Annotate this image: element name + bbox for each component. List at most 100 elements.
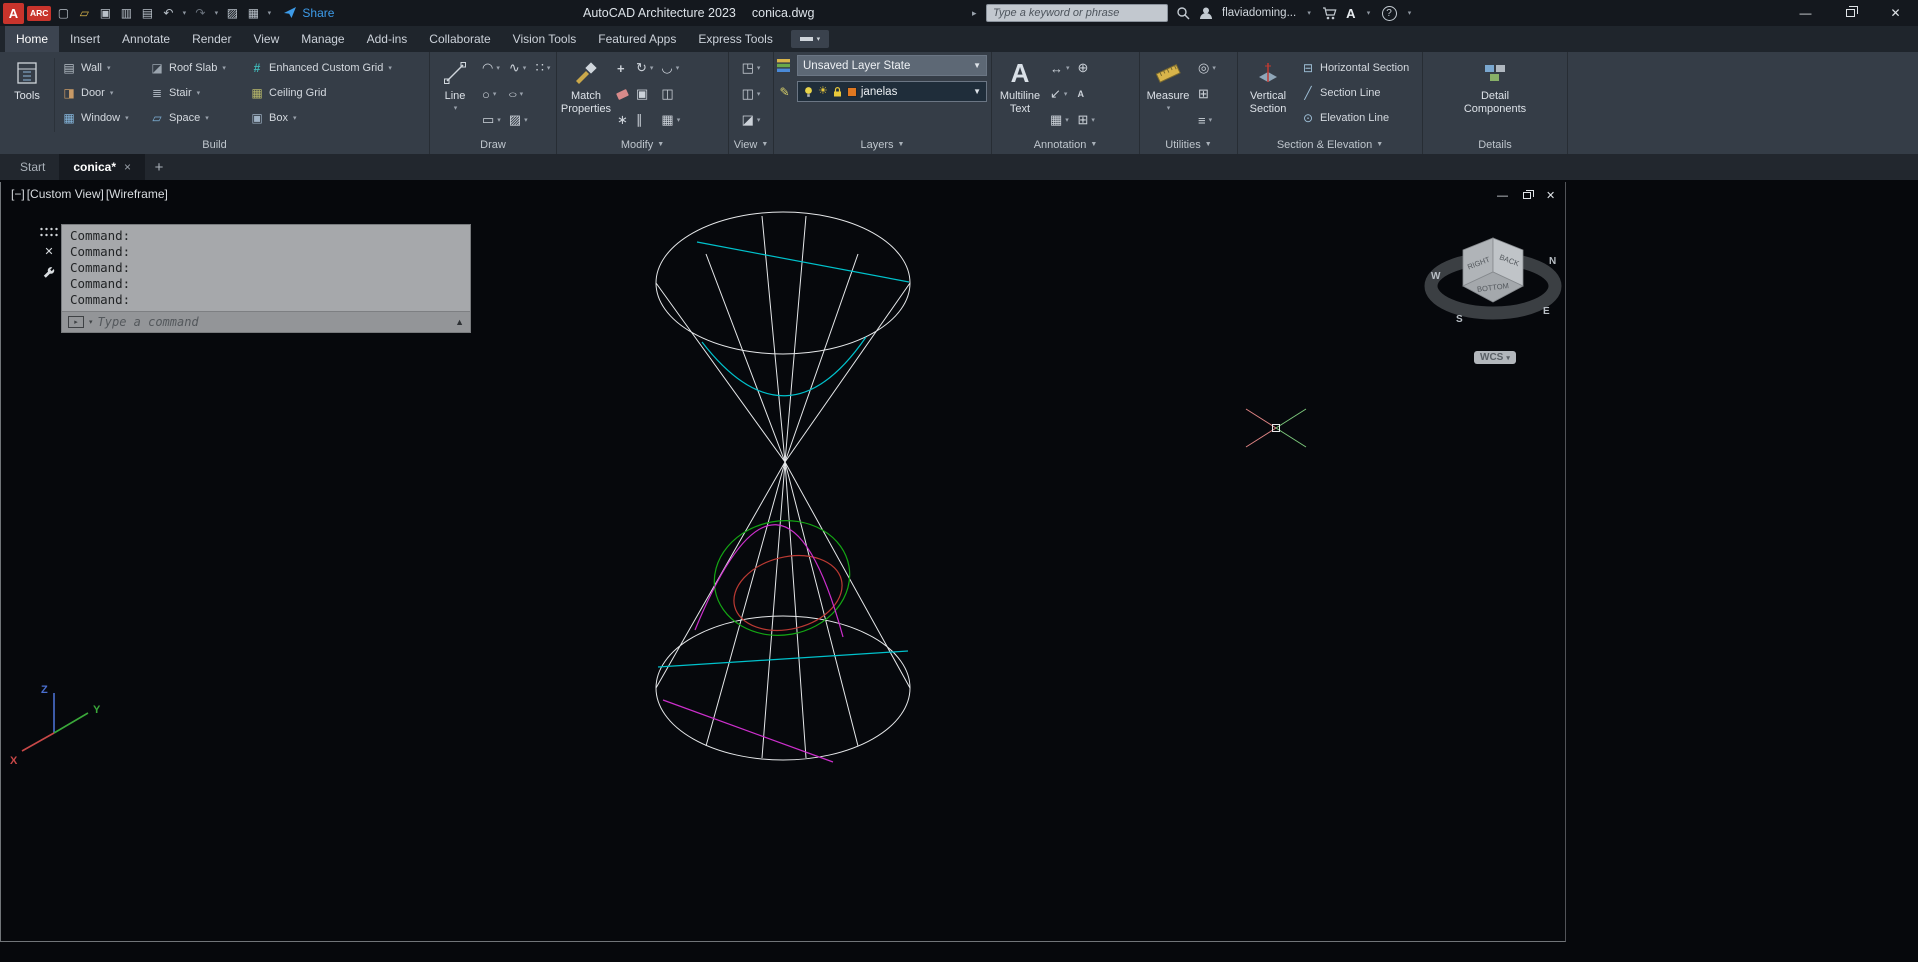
save-icon[interactable]: ▣ <box>96 3 114 23</box>
cart-icon[interactable] <box>1322 7 1337 20</box>
command-input[interactable] <box>98 315 451 329</box>
view-navigate-tool[interactable]: ◳▾ <box>738 56 765 80</box>
move-tool[interactable]: + <box>613 56 632 80</box>
multileader-tool[interactable]: ↙▾ <box>1046 82 1074 106</box>
palette-customize-icon[interactable] <box>43 267 55 279</box>
wcs-selector[interactable]: WCS ▾ <box>1474 351 1516 364</box>
hatch-tool[interactable]: ▨▾ <box>505 108 532 132</box>
panel-label-view[interactable]: View▼ <box>729 135 773 154</box>
search-box[interactable] <box>986 4 1168 22</box>
redo-dropdown-icon[interactable]: ▾ <box>212 3 220 23</box>
circle-tool[interactable]: ○▾ <box>478 82 505 106</box>
viewport-visual-style-control[interactable]: [Wireframe] <box>105 187 169 201</box>
panel-label-modify[interactable]: Modify▼ <box>557 135 728 154</box>
help-icon[interactable]: ? <box>1382 6 1397 21</box>
compass-east[interactable]: E <box>1543 306 1550 317</box>
doc-close-button[interactable]: ✕ <box>1546 189 1555 202</box>
file-tab-conica[interactable]: conica* × <box>59 154 145 180</box>
tab-addins[interactable]: Add-ins <box>356 26 419 52</box>
rotate-tool[interactable]: ↻▾ <box>632 56 657 80</box>
layer-lock-icon[interactable] <box>832 86 843 98</box>
multiline-text-button[interactable]: A Multiline Text <box>994 55 1046 135</box>
point-tool[interactable]: ∷▾ <box>532 56 555 80</box>
tab-insert[interactable]: Insert <box>59 26 111 52</box>
palette-grip-handle[interactable] <box>39 226 59 238</box>
panel-label-annotation[interactable]: Annotation▼ <box>992 135 1139 154</box>
new-drawing-tab-button[interactable]: + <box>145 154 173 180</box>
layer-state-dropdown[interactable]: Unsaved Layer State ▼ <box>797 55 987 76</box>
box-button[interactable]: ▣Box▾ <box>245 105 425 130</box>
annotative-scale-tool[interactable]: A <box>1074 82 1099 106</box>
fillet-tool[interactable]: ◡▾ <box>657 56 684 80</box>
workspace-icon[interactable]: ▨ <box>223 3 241 23</box>
user-dropdown-icon[interactable]: ▾ <box>1305 3 1313 23</box>
vertical-section-button[interactable]: Vertical Section <box>1240 55 1296 135</box>
layer-freeze-sun-icon[interactable]: ☀ <box>818 86 828 97</box>
viewport-view-control[interactable]: [Custom View] <box>26 187 105 201</box>
minimize-button[interactable]: — <box>1783 0 1828 26</box>
compass-west[interactable]: W <box>1431 271 1441 282</box>
autodesk-dropdown-icon[interactable]: ▾ <box>1365 3 1373 23</box>
door-button[interactable]: ◨Door▾ <box>57 80 145 105</box>
quick-calc-tool[interactable]: ⊞ <box>1194 82 1220 106</box>
horizontal-section-button[interactable]: ⊟Horizontal Section <box>1296 55 1413 80</box>
viewport-minimize-control[interactable]: [−] <box>10 187 26 201</box>
doc-minimize-button[interactable]: — <box>1497 190 1508 202</box>
center-mark-tool[interactable]: ⊕ <box>1074 56 1099 80</box>
open-icon[interactable]: ▱ <box>75 3 93 23</box>
line-button[interactable]: Line ▾ <box>432 55 478 135</box>
tab-view[interactable]: View <box>242 26 290 52</box>
share-button[interactable]: Share <box>284 6 334 20</box>
search-expand-icon[interactable]: ▸ <box>972 8 977 19</box>
ceiling-grid-button[interactable]: ▦Ceiling Grid <box>245 80 425 105</box>
stair-button[interactable]: ≣Stair▾ <box>145 80 245 105</box>
redo-icon[interactable]: ↷ <box>191 3 209 23</box>
explode-tool[interactable]: ∗ <box>613 108 632 132</box>
enhanced-custom-grid-button[interactable]: #Enhanced Custom Grid▾ <box>245 55 425 80</box>
panel-label-section-elevation[interactable]: Section & Elevation▼ <box>1238 135 1422 154</box>
roof-slab-button[interactable]: ◪Roof Slab▾ <box>145 55 245 80</box>
window-button[interactable]: ▦Window▾ <box>57 105 145 130</box>
undo-icon[interactable]: ↶ <box>159 3 177 23</box>
match-properties-button[interactable]: Match Properties <box>559 55 613 135</box>
app-logo[interactable]: A <box>3 3 24 24</box>
ribbon-display-toggle[interactable]: ▾ <box>791 30 829 48</box>
array-tool[interactable]: ▦▾ <box>657 108 684 132</box>
quick-select-tool[interactable]: ◎▾ <box>1194 56 1220 80</box>
layer-properties-icon[interactable] <box>776 58 793 73</box>
doc-restore-button[interactable] <box>1523 192 1531 199</box>
tab-vision-tools[interactable]: Vision Tools <box>502 26 588 52</box>
compass-north[interactable]: N <box>1549 256 1556 267</box>
tab-featured-apps[interactable]: Featured Apps <box>587 26 687 52</box>
tab-annotate[interactable]: Annotate <box>111 26 181 52</box>
palette-collapse-icon[interactable]: ▲ <box>455 317 464 327</box>
tab-home[interactable]: Home <box>5 26 59 52</box>
layer-dropdown[interactable]: ☀ janelas ▼ <box>797 81 987 102</box>
user-name[interactable]: flaviadoming... <box>1222 7 1296 19</box>
rectangle-tool[interactable]: ▭▾ <box>478 108 505 132</box>
measure-button[interactable]: Measure ▾ <box>1142 55 1194 135</box>
annotation-grid-tool[interactable]: ⊞▾ <box>1074 108 1099 132</box>
command-input-row[interactable]: ▸ ▾ ▲ <box>62 311 470 332</box>
search-input[interactable] <box>993 7 1161 19</box>
tab-collaborate[interactable]: Collaborate <box>418 26 501 52</box>
layout-icon[interactable]: ▦ <box>244 3 262 23</box>
compass-south[interactable]: S <box>1456 314 1463 325</box>
restore-button[interactable] <box>1828 0 1873 26</box>
view-clip-tool[interactable]: ◪▾ <box>738 108 765 132</box>
offset-tool[interactable]: ∥ <box>632 108 657 132</box>
mirror-tool[interactable]: ◫ <box>657 82 684 106</box>
file-tab-close-icon[interactable]: × <box>124 160 131 174</box>
new-icon[interactable]: ▢ <box>54 3 72 23</box>
wall-button[interactable]: ▤Wall▾ <box>57 55 145 80</box>
quick-access-dropdown-icon[interactable]: ▾ <box>265 3 273 23</box>
panel-label-utilities[interactable]: Utilities▼ <box>1140 135 1237 154</box>
undo-dropdown-icon[interactable]: ▾ <box>180 3 188 23</box>
visual-style-tool[interactable]: ◫▾ <box>738 82 765 106</box>
arc-tool[interactable]: ◠▾ <box>478 56 505 80</box>
table-tool[interactable]: ▦▾ <box>1046 108 1074 132</box>
section-line-button[interactable]: ╱Section Line <box>1296 80 1413 105</box>
drawing-area[interactable]: [−] [Custom View] [Wireframe] — ✕ ✕ Comm… <box>0 180 1918 962</box>
copy-tool[interactable]: ▣ <box>632 82 657 106</box>
palette-close-icon[interactable]: ✕ <box>44 247 53 258</box>
